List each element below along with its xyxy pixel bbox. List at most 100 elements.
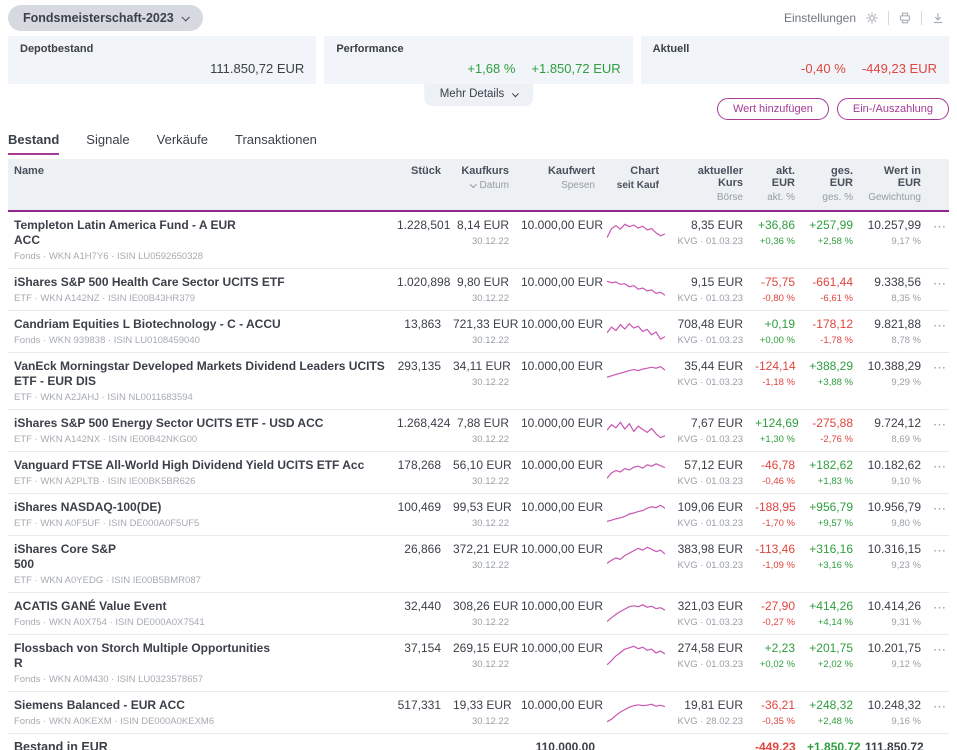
cell-value: 111.850,72	[865, 740, 921, 750]
table-cell: 321,03 EURKVG · 01.03.23	[665, 593, 749, 635]
cell-value: 10.000,00 EUR	[521, 359, 595, 374]
fund-name[interactable]: iShares Core S&P 500	[14, 542, 385, 572]
portfolio-selector[interactable]: Fondsmeisterschaft-2023	[8, 5, 203, 31]
gear-icon[interactable]	[865, 11, 879, 25]
chart-cell	[601, 353, 665, 410]
row-menu-icon[interactable]: ⋯	[933, 360, 947, 375]
cell-value: 1.268,424	[397, 416, 441, 431]
row-menu-icon[interactable]: ⋯	[933, 417, 947, 432]
column-header-ges-eur: ges. EURges. %	[801, 159, 859, 211]
divider	[888, 11, 889, 25]
table-cell: 32,440	[391, 593, 447, 635]
card-label: Aktuell	[653, 43, 937, 55]
tab-bar: Bestand Signale Verkäufe Transaktionen	[8, 132, 949, 155]
fund-cell: ACATIS GANÉ Value EventFonds · WKN A0X75…	[8, 593, 391, 635]
cell-subvalue: 30.12.22	[453, 377, 509, 388]
fund-meta: ETF · WKN A2JAHJ · ISIN NL0011683594	[14, 392, 385, 403]
printer-icon[interactable]	[898, 11, 912, 25]
table-cell: 1.020,898	[391, 269, 447, 311]
chart-cell	[601, 635, 665, 692]
row-menu-icon[interactable]: ⋯	[933, 642, 947, 657]
table-cell: -36,21-0,35 %	[749, 692, 801, 734]
fund-name[interactable]: iShares NASDAQ-100(DE)	[14, 500, 385, 515]
cell-value: -178,12	[807, 317, 853, 332]
cell-value: -449,23	[755, 740, 795, 750]
fund-name[interactable]: Siemens Balanced - EUR ACC	[14, 698, 385, 713]
table-cell: 56,10 EUR30.12.22	[447, 452, 515, 494]
cell-value: 10.388,29	[865, 359, 921, 374]
table-cell: +2,23+0,02 %	[749, 635, 801, 692]
menu-cell: ⋯	[927, 536, 949, 593]
table-cell: 19,81 EURKVG · 28.02.23	[665, 692, 749, 734]
download-icon[interactable]	[931, 11, 945, 25]
cell-subvalue: 30.12.22	[453, 236, 509, 247]
column-header-name: Name	[8, 159, 391, 211]
more-details-button[interactable]: Mehr Details	[424, 84, 534, 106]
row-menu-icon[interactable]: ⋯	[933, 219, 947, 234]
cell-value: 10.000,00 EUR	[521, 641, 595, 656]
deposit-withdrawal-button[interactable]: Ein-/Auszahlung	[837, 98, 949, 120]
fund-meta: Fonds · WKN A0KEXM · ISIN DE000A0KEXM6	[14, 716, 385, 727]
row-menu-icon[interactable]: ⋯	[933, 501, 947, 516]
fund-name[interactable]: Vanguard FTSE All-World High Dividend Yi…	[14, 458, 385, 473]
table-cell: 10.182,629,10 %	[859, 452, 927, 494]
fund-name[interactable]: Templeton Latin America Fund - A EUR ACC	[14, 218, 385, 248]
chart-cell	[601, 692, 665, 734]
column-header-kaufkurs[interactable]: KaufkursDatum	[447, 159, 515, 211]
table-cell: 57,12 EURKVG · 01.03.23	[665, 452, 749, 494]
cell-value: 10.414,26	[865, 599, 921, 614]
table-cell: 274,58 EURKVG · 01.03.23	[665, 635, 749, 692]
sort-chevron-icon[interactable]	[470, 181, 476, 187]
row-menu-icon[interactable]: ⋯	[933, 459, 947, 474]
performance-pct: +1,68 %	[467, 61, 515, 76]
column-header-menu	[927, 159, 949, 211]
cell-value: 308,26 EUR	[453, 599, 509, 614]
fund-name[interactable]: ACATIS GANÉ Value Event	[14, 599, 385, 614]
cell-value: 1.228,501	[397, 218, 441, 233]
cell-value: 10.000,00 EUR	[521, 218, 595, 233]
chart-cell	[601, 410, 665, 452]
column-header-wert-in-eur: Wert in EURGewichtung	[859, 159, 927, 211]
column-title: Stück	[397, 165, 441, 177]
cell-value: 10.956,79	[865, 500, 921, 515]
fund-name[interactable]: iShares S&P 500 Health Care Sector UCITS…	[14, 275, 385, 290]
fund-name[interactable]: VanEck Morningstar Developed Markets Div…	[14, 359, 385, 389]
fund-name[interactable]: iShares S&P 500 Energy Sector UCITS ETF …	[14, 416, 385, 431]
add-value-button[interactable]: Wert hinzufügen	[717, 98, 829, 120]
row-menu-icon[interactable]: ⋯	[933, 318, 947, 333]
tab-signale[interactable]: Signale	[86, 132, 129, 155]
cell-subvalue: 9,23 %	[865, 560, 921, 571]
row-menu-icon[interactable]: ⋯	[933, 699, 947, 714]
row-menu-icon[interactable]: ⋯	[933, 276, 947, 291]
cell-subvalue: KVG · 01.03.23	[671, 434, 743, 445]
card-performance: Performance +1,68 % +1.850,72 EUR	[324, 36, 632, 84]
cards-footer: Mehr Details Wert hinzufügen Ein-/Auszah…	[0, 84, 957, 132]
table-cell: +414,26+4,14 %	[801, 593, 859, 635]
portfolio-name: Fondsmeisterschaft-2023	[23, 11, 174, 25]
card-label: Performance	[336, 43, 620, 55]
tab-transaktionen[interactable]: Transaktionen	[235, 132, 317, 155]
cell-subvalue: KVG · 01.03.23	[671, 659, 743, 670]
fund-name[interactable]: Candriam Equities L Biotechnology - C - …	[14, 317, 385, 332]
cell-subvalue: +0,02 %	[755, 659, 795, 670]
cell-subvalue: +0,36 %	[755, 236, 795, 247]
table-cell: 9,15 EURKVG · 01.03.23	[665, 269, 749, 311]
card-aktuell: Aktuell -0,40 % -449,23 EUR	[641, 36, 949, 84]
row-menu-icon[interactable]: ⋯	[933, 543, 947, 558]
table-row: Vanguard FTSE All-World High Dividend Yi…	[8, 452, 949, 494]
column-title: Name	[14, 165, 385, 177]
cell-subvalue: -6,61 %	[807, 293, 853, 304]
table-row: ACATIS GANÉ Value EventFonds · WKN A0X75…	[8, 593, 949, 635]
table-cell: 10.414,269,31 %	[859, 593, 927, 635]
table-cell: 10.316,159,23 %	[859, 536, 927, 593]
cell-subvalue: 30.12.22	[453, 560, 509, 571]
performance-value: +1.850,72 EUR	[531, 61, 620, 76]
column-header-kaufwert: KaufwertSpesen	[515, 159, 601, 211]
row-menu-icon[interactable]: ⋯	[933, 600, 947, 615]
fund-name[interactable]: Flossbach von Storch Multiple Opportunit…	[14, 641, 385, 671]
tab-verkaeufe[interactable]: Verkäufe	[157, 132, 208, 155]
table-cell: 10.000,00 EUR	[515, 410, 601, 452]
settings-label[interactable]: Einstellungen	[784, 11, 856, 25]
tab-bestand[interactable]: Bestand	[8, 132, 59, 155]
cell-value: +36,86	[755, 218, 795, 233]
